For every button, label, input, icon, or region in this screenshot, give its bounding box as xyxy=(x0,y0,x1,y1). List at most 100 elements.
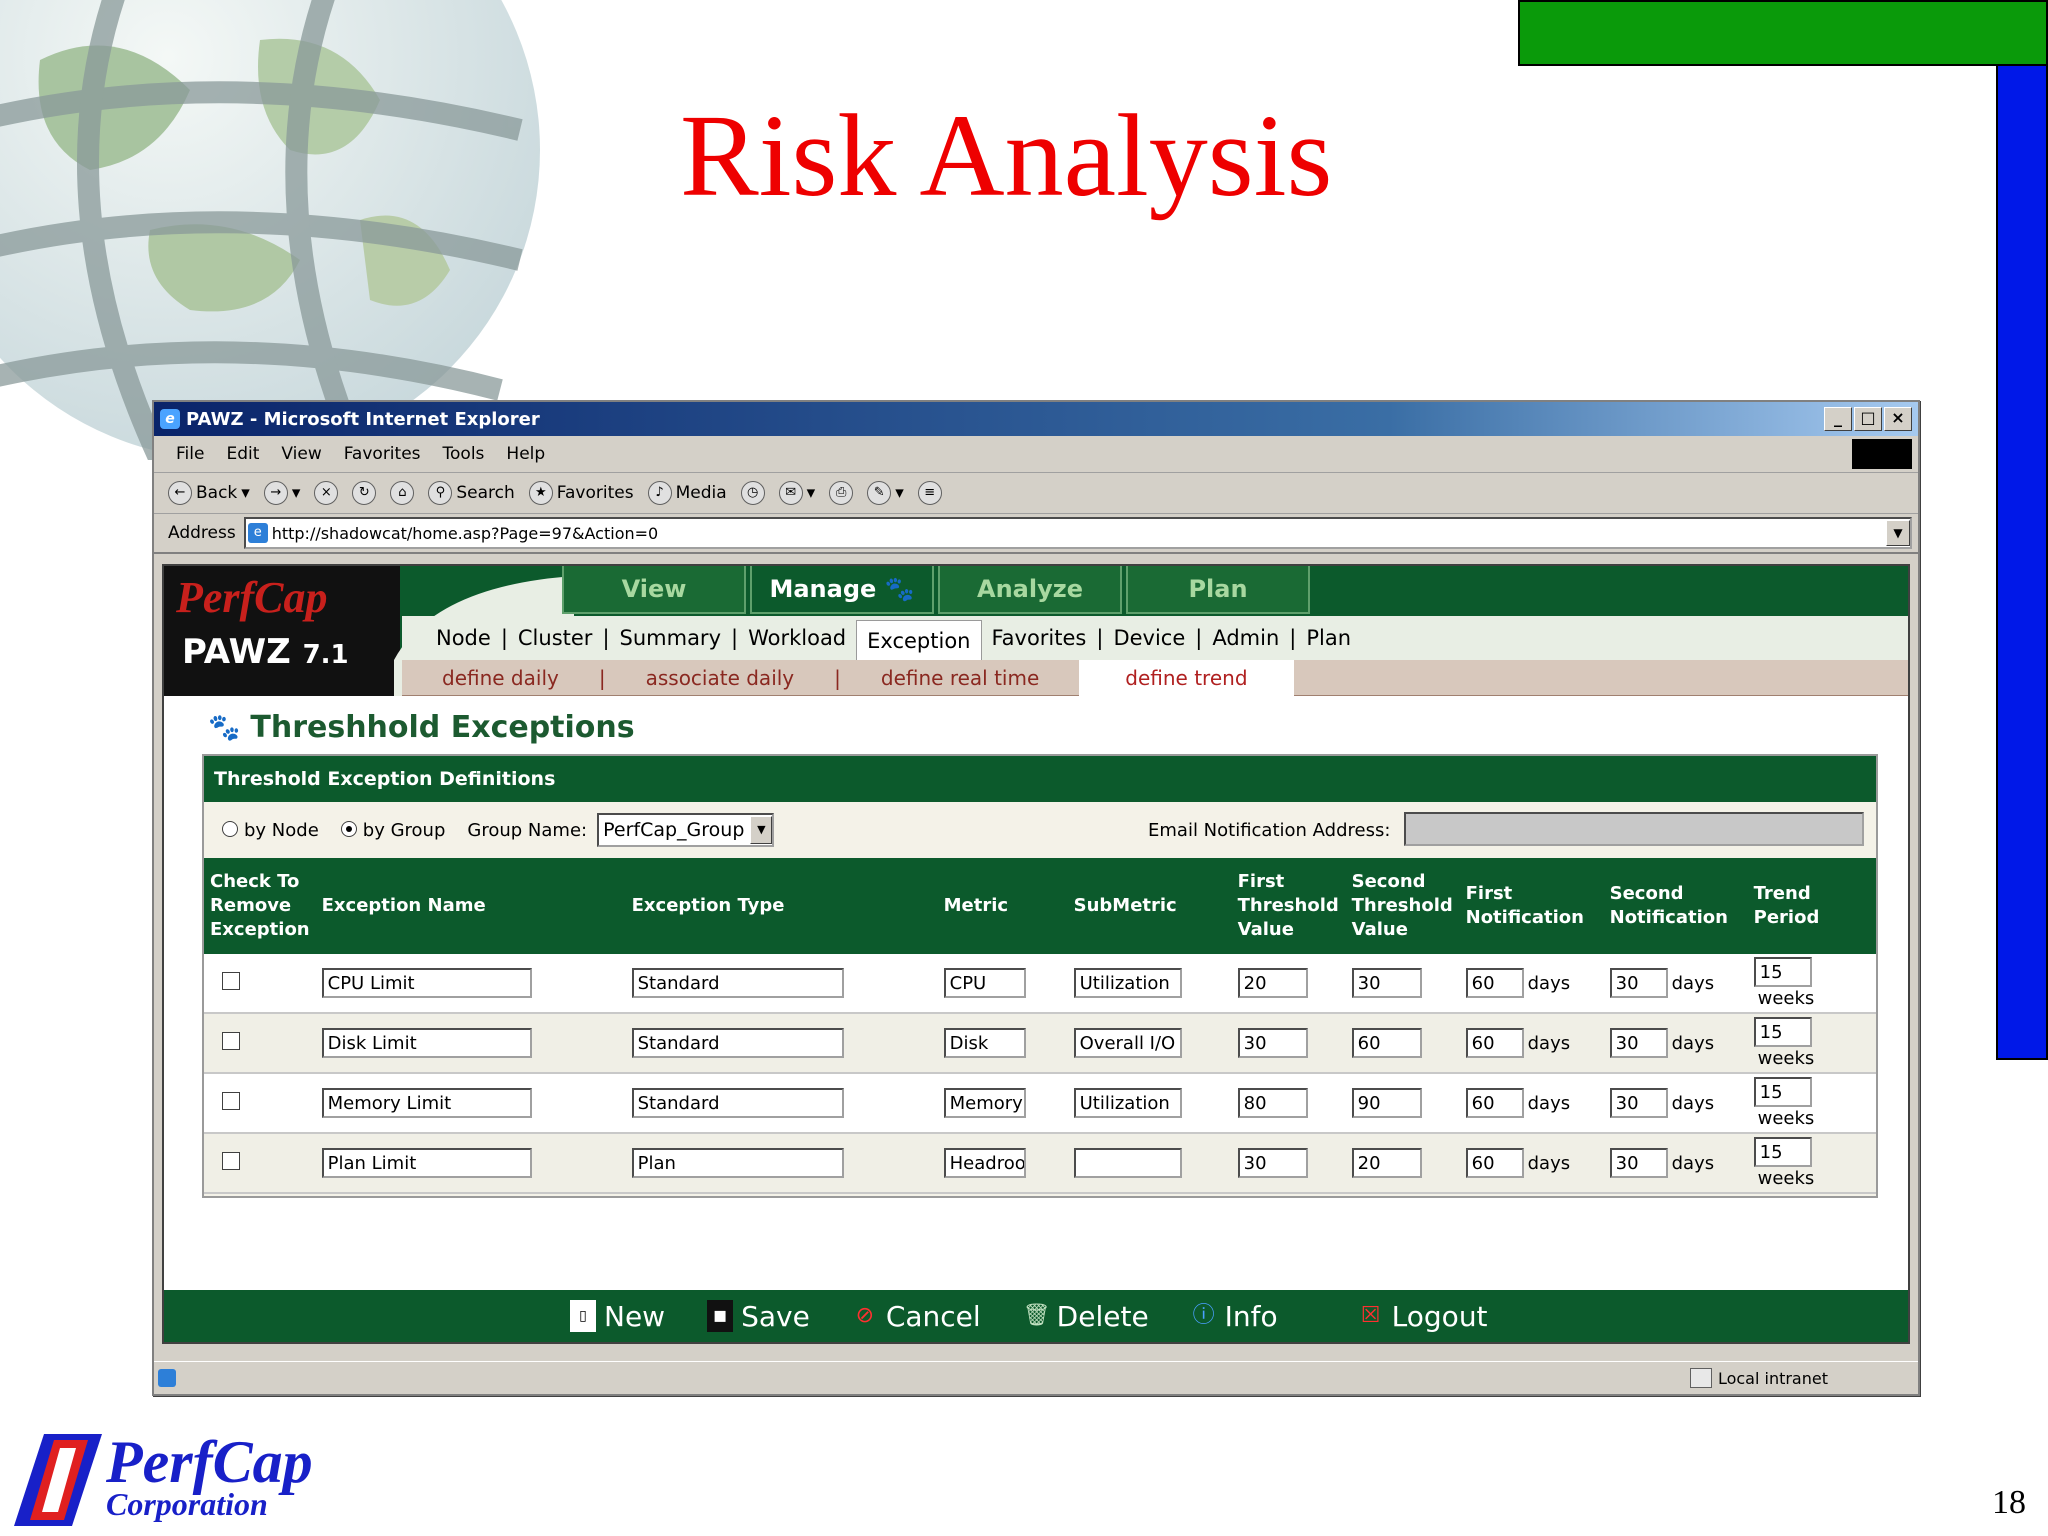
second-notification-input[interactable]: 30 xyxy=(1609,1088,1668,1118)
address-bar: Address e http://shadowcat/home.asp?Page… xyxy=(154,514,1918,554)
edit-button[interactable]: ✎ ▾ xyxy=(867,481,904,505)
media-button[interactable]: ♪ Media xyxy=(647,481,727,505)
back-button[interactable]: ← Back ▾ xyxy=(168,481,250,505)
name-input[interactable]: Memory Limit xyxy=(321,1088,532,1118)
tab-view[interactable]: View xyxy=(562,566,746,614)
first-notification-input[interactable]: 60 xyxy=(1465,1028,1524,1058)
exnav-associate-daily[interactable]: associate daily xyxy=(606,666,835,690)
subnav-favorites[interactable]: Favorites xyxy=(982,626,1097,650)
name-input[interactable]: CPU Limit xyxy=(321,968,532,998)
stop-button[interactable]: × xyxy=(314,481,339,505)
new-button[interactable]: ▯ New xyxy=(570,1300,665,1333)
subnav-summary[interactable]: Summary xyxy=(610,626,731,650)
first-threshold-input[interactable]: 20 xyxy=(1237,968,1308,998)
second-threshold-input[interactable]: 30 xyxy=(1351,968,1422,998)
submetric-input[interactable]: Utilization xyxy=(1073,968,1182,998)
type-input[interactable]: Standard xyxy=(631,968,844,998)
trend-period-input[interactable]: 15 xyxy=(1753,957,1812,988)
first-threshold-input[interactable]: 30 xyxy=(1237,1028,1308,1058)
minimize-button[interactable]: _ xyxy=(1824,407,1852,431)
exnav-define-daily[interactable]: define daily xyxy=(402,666,599,690)
subnav-node[interactable]: Node xyxy=(426,626,501,650)
tab-analyze[interactable]: Analyze xyxy=(938,566,1122,614)
submetric-input[interactable]: Overall I/O Rate xyxy=(1073,1028,1182,1058)
menu-tools[interactable]: Tools xyxy=(443,444,485,464)
menu-help[interactable]: Help xyxy=(506,444,545,464)
first-notification-input[interactable]: 60 xyxy=(1465,1088,1524,1118)
trend-period-input[interactable]: 15 xyxy=(1753,1077,1812,1108)
maximize-button[interactable]: □ xyxy=(1854,407,1882,431)
type-input[interactable]: Standard xyxy=(631,1088,844,1118)
submetric-input[interactable]: Utilization xyxy=(1073,1088,1182,1118)
first-threshold-input[interactable]: 80 xyxy=(1237,1088,1308,1118)
remove-checkbox[interactable] xyxy=(222,1151,240,1170)
type-input[interactable]: Plan xyxy=(631,1148,844,1178)
subnav-device[interactable]: Device xyxy=(1103,626,1195,650)
subnav-workload[interactable]: Workload xyxy=(738,626,856,650)
second-notification-input[interactable]: 30 xyxy=(1609,1148,1668,1178)
type-input[interactable]: Standard xyxy=(631,1028,844,1058)
metric-input[interactable]: CPU xyxy=(943,968,1026,998)
menu-favorites[interactable]: Favorites xyxy=(344,444,421,464)
paw-icon: 🐾 xyxy=(208,712,241,743)
close-button[interactable]: × xyxy=(1884,407,1912,431)
refresh-button[interactable]: ↻ xyxy=(352,481,377,505)
first-notification-input[interactable]: 60 xyxy=(1465,968,1524,998)
name-input[interactable]: Disk Limit xyxy=(321,1028,532,1058)
page-icon: e xyxy=(247,523,268,543)
radio-by-node[interactable]: by Node xyxy=(222,820,319,841)
first-threshold-input[interactable]: 30 xyxy=(1237,1148,1308,1178)
subnav-plan[interactable]: Plan xyxy=(1296,626,1361,650)
metric-input[interactable]: Disk xyxy=(943,1028,1026,1058)
group-name-label: Group Name: xyxy=(467,819,588,841)
home-button[interactable]: ⌂ xyxy=(390,481,415,505)
tab-plan[interactable]: Plan xyxy=(1126,566,1310,614)
group-name-select[interactable]: PerfCap_Group ▼ xyxy=(597,813,775,847)
favorites-button[interactable]: ★ Favorites xyxy=(528,481,634,505)
second-threshold-input[interactable]: 90 xyxy=(1351,1088,1422,1118)
exnav-define-trend[interactable]: define trend xyxy=(1079,659,1294,696)
email-input[interactable] xyxy=(1404,812,1864,846)
remove-checkbox[interactable] xyxy=(222,971,240,990)
subnav-exception[interactable]: Exception xyxy=(856,619,982,661)
subnav-cluster[interactable]: Cluster xyxy=(508,626,603,650)
trend-period-input[interactable]: 15 xyxy=(1753,1137,1812,1168)
submetric-input[interactable] xyxy=(1073,1148,1182,1178)
second-notification-input[interactable]: 30 xyxy=(1609,968,1668,998)
remove-checkbox[interactable] xyxy=(222,1031,240,1050)
delete-button[interactable]: 🗑 Delete xyxy=(1023,1300,1149,1333)
address-url: http://shadowcat/home.asp?Page=97&Action… xyxy=(271,523,659,543)
second-threshold-input[interactable]: 20 xyxy=(1351,1148,1422,1178)
print-button[interactable]: ⎙ xyxy=(829,481,854,505)
second-threshold-input[interactable]: 60 xyxy=(1351,1028,1422,1058)
logout-button[interactable]: ☒ Logout xyxy=(1358,1300,1488,1333)
address-dropdown-icon[interactable]: ▼ xyxy=(1886,520,1910,546)
search-button[interactable]: ⚲ Search xyxy=(428,481,515,505)
second-notification-input[interactable]: 30 xyxy=(1609,1028,1668,1058)
exnav-define-real-time[interactable]: define real time xyxy=(841,666,1079,690)
info-button[interactable]: ⓘ Info xyxy=(1191,1300,1278,1333)
cancel-button[interactable]: ⊘ Cancel xyxy=(852,1300,981,1333)
menu-view[interactable]: View xyxy=(281,444,321,464)
menu-file[interactable]: File xyxy=(176,444,204,464)
mail-button[interactable]: ✉ ▾ xyxy=(778,481,815,505)
subnav-admin[interactable]: Admin xyxy=(1202,626,1289,650)
forward-button[interactable]: → ▾ xyxy=(263,481,300,505)
name-input[interactable]: Plan Limit xyxy=(321,1148,532,1178)
trash-icon: 🗑 xyxy=(1022,1303,1051,1328)
radio-by-group[interactable]: by Group xyxy=(340,820,445,841)
history-button[interactable]: ◷ xyxy=(740,481,765,505)
main-tabs: View Manage 🐾 Analyze Plan xyxy=(562,566,1310,616)
save-button[interactable]: ▪ Save xyxy=(707,1300,810,1333)
metric-input[interactable]: Headroom xyxy=(943,1148,1026,1178)
remove-checkbox[interactable] xyxy=(222,1091,240,1110)
col-first-threshold: First Threshold Value xyxy=(1231,858,1346,954)
metric-input[interactable]: Memory xyxy=(943,1088,1026,1118)
discuss-button[interactable]: ≡ xyxy=(917,481,942,505)
menu-edit[interactable]: Edit xyxy=(226,444,259,464)
trend-period-input[interactable]: 15 xyxy=(1753,1017,1812,1048)
first-notification-input[interactable]: 60 xyxy=(1465,1148,1524,1178)
table-row: CPU Limit Standard CPU Utilization 20 30 60 day… xyxy=(204,954,1876,1014)
tab-manage[interactable]: Manage 🐾 xyxy=(750,566,934,614)
address-input[interactable]: e http://shadowcat/home.asp?Page=97&Acti… xyxy=(243,517,1912,549)
